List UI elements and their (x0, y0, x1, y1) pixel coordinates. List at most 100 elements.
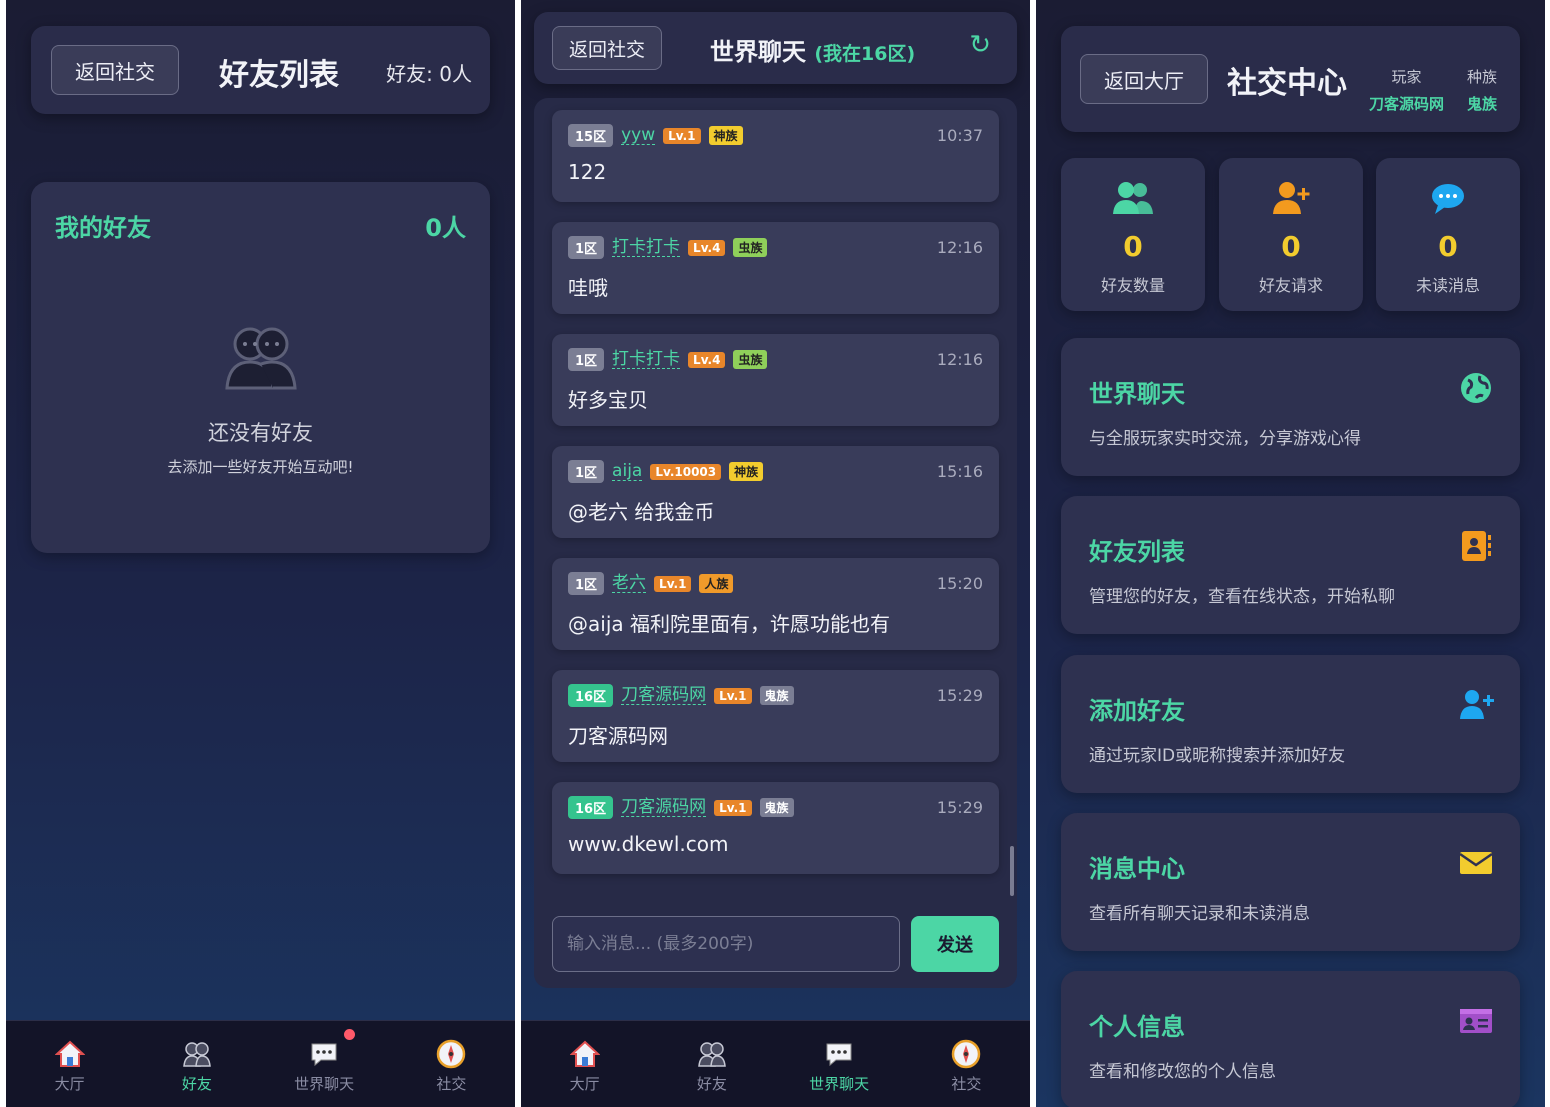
username-link[interactable]: 老六 (612, 574, 647, 593)
nav-social[interactable]: 社交 (388, 1021, 515, 1107)
stat-label: 未读消息 (1415, 276, 1480, 295)
username-link[interactable]: 刀客源码网 (621, 686, 707, 705)
message-meta: 1区 老六 Lv.1 人族 (568, 572, 734, 595)
nav-friends[interactable]: 好友 (133, 1021, 260, 1107)
send-button[interactable]: 发送 (911, 916, 999, 972)
message-text: @老六 给我金币 (568, 500, 715, 524)
chat-bubble-icon (826, 1043, 852, 1067)
race-badge: 神族 (708, 126, 743, 145)
nav-world-chat[interactable]: 世界聊天 (261, 1021, 388, 1107)
unread-dot (344, 1029, 356, 1040)
feature-friend-list[interactable]: 好友列表 管理您的好友，查看在线状态，开始私聊 (1061, 496, 1520, 634)
stat-value: 0 (1281, 230, 1301, 263)
feature-title: 消息中心 (1089, 855, 1185, 883)
users-icon (1113, 182, 1153, 214)
chat-message-list[interactable]: 15区 yyw Lv.1 神族 10:37 122 1区 打卡打卡 Lv.4 虫… (534, 98, 1017, 988)
friends-screen: 返回社交 好友列表 好友: 0人 我的好友 0人 还没有好友 去添加一些好友开始… (6, 0, 515, 1107)
social-header: 返回大厅 社交中心 玩家 刀客源码网 种族 鬼族 (1061, 26, 1520, 132)
message-text: 好多宝贝 (568, 388, 648, 412)
friends-header: 返回社交 好友列表 好友: 0人 (31, 26, 490, 114)
zone-badge: 1区 (568, 236, 605, 259)
level-badge: Lv.1 (663, 127, 701, 144)
username-link[interactable]: 刀客源码网 (621, 798, 707, 817)
feature-title: 好友列表 (1089, 538, 1185, 566)
nav-friends[interactable]: 好友 (648, 1021, 775, 1107)
nav-friends-label: 好友 (696, 1075, 727, 1093)
feature-profile[interactable]: 个人信息 查看和修改您的个人信息 (1061, 971, 1520, 1107)
nav-social-label: 社交 (436, 1075, 467, 1093)
race-badge: 鬼族 (759, 686, 794, 705)
empty-subtitle: 去添加一些好友开始互动吧! (167, 458, 354, 476)
message-input[interactable] (552, 916, 900, 972)
username-link[interactable]: aija (612, 462, 643, 481)
message-meta: 16区 刀客源码网 Lv.1 鬼族 (568, 796, 794, 819)
user-plus-icon (1460, 690, 1494, 719)
level-badge: Lv.4 (688, 351, 726, 368)
feature-desc: 通过玩家ID或昵称搜索并添加好友 (1089, 746, 1346, 766)
social-center-screen: 返回大厅 社交中心 玩家 刀客源码网 种族 鬼族 0 好友数量 0 好友请求 0… (1036, 0, 1545, 1107)
nav-hall[interactable]: 大厅 (521, 1021, 648, 1107)
page-title: 好友列表 (219, 58, 339, 93)
feature-title: 个人信息 (1089, 1013, 1185, 1041)
feature-desc: 与全服玩家实时交流，分享游戏心得 (1089, 429, 1361, 449)
race-badge: 鬼族 (759, 798, 794, 817)
zone-badge: 1区 (568, 572, 605, 595)
feature-message-center[interactable]: 消息中心 查看所有聊天记录和未读消息 (1061, 813, 1520, 951)
chat-bubble-icon (311, 1043, 337, 1067)
level-badge: Lv.4 (688, 239, 726, 256)
message-meta: 1区 aija Lv.10003 神族 (568, 460, 764, 483)
nav-world-chat[interactable]: 世界聊天 (776, 1021, 903, 1107)
nav-hall-label: 大厅 (54, 1075, 85, 1093)
my-friends-count: 0人 (425, 214, 466, 242)
feature-desc: 查看所有聊天记录和未读消息 (1089, 904, 1310, 924)
message-text: @aija 福利院里面有，许愿功能也有 (568, 612, 890, 636)
zone-badge: 1区 (568, 348, 605, 371)
race-badge: 神族 (729, 462, 764, 481)
back-to-hall-button[interactable]: 返回大厅 (1080, 54, 1208, 104)
player-name: 刀客源码网 (1369, 95, 1445, 113)
username-link[interactable]: yyw (621, 126, 656, 145)
zone-badge: 15区 (568, 124, 614, 147)
message-time: 15:16 (936, 462, 983, 481)
stat-label: 好友数量 (1100, 276, 1165, 295)
message-time: 12:16 (936, 350, 983, 369)
username-link[interactable]: 打卡打卡 (612, 350, 681, 369)
chat-message: 1区 老六 Lv.1 人族 15:20 @aija 福利院里面有，许愿功能也有 (552, 558, 999, 650)
bottom-nav: 大厅 好友 世界聊天 社交 (521, 1020, 1030, 1107)
chat-scrollbar[interactable] (1010, 846, 1014, 896)
message-meta: 1区 打卡打卡 Lv.4 虫族 (568, 236, 768, 259)
message-time: 10:37 (936, 126, 983, 145)
stat-label: 好友请求 (1258, 276, 1323, 295)
stat-friend-requests: 0 好友请求 (1219, 158, 1363, 311)
feature-world-chat[interactable]: 世界聊天 与全服玩家实时交流，分享游戏心得 (1061, 338, 1520, 476)
feature-desc: 查看和修改您的个人信息 (1089, 1062, 1276, 1082)
refresh-icon[interactable]: ↻ (969, 30, 991, 60)
nav-hall[interactable]: 大厅 (6, 1021, 133, 1107)
globe-icon (1461, 373, 1491, 403)
level-badge: Lv.10003 (650, 463, 722, 480)
chat-message: 16区 刀客源码网 Lv.1 鬼族 15:29 www.dkewl.com (552, 782, 999, 874)
nav-hall-label: 大厅 (569, 1075, 600, 1093)
nav-world-chat-label: 世界聊天 (294, 1075, 355, 1093)
page-title: 社交中心 (1227, 66, 1347, 101)
message-meta: 1区 打卡打卡 Lv.4 虫族 (568, 348, 768, 371)
feature-title: 添加好友 (1089, 697, 1185, 725)
level-badge: Lv.1 (714, 687, 752, 704)
chat-message: 1区 打卡打卡 Lv.4 虫族 12:16 好多宝贝 (552, 334, 999, 426)
envelope-icon (1459, 852, 1493, 874)
bottom-nav: 大厅 好友 世界聊天 社交 (6, 1020, 515, 1107)
nav-friends-label: 好友 (181, 1075, 212, 1093)
message-text: 哇哦 (568, 276, 608, 300)
message-time: 15:20 (936, 574, 983, 593)
username-link[interactable]: 打卡打卡 (612, 238, 681, 257)
back-to-social-button[interactable]: 返回社交 (51, 45, 179, 95)
chat-input-row: 发送 (552, 916, 999, 972)
house-icon (54, 1040, 85, 1067)
back-to-social-button[interactable]: 返回社交 (552, 26, 662, 70)
feature-add-friend[interactable]: 添加好友 通过玩家ID或昵称搜索并添加好友 (1061, 655, 1520, 793)
level-badge: Lv.1 (654, 575, 692, 592)
chat-message: 1区 打卡打卡 Lv.4 虫族 12:16 哇哦 (552, 222, 999, 314)
chat-message: 1区 aija Lv.10003 神族 15:16 @老六 给我金币 (552, 446, 999, 538)
nav-social[interactable]: 社交 (903, 1021, 1030, 1107)
message-meta: 16区 刀客源码网 Lv.1 鬼族 (568, 684, 794, 707)
